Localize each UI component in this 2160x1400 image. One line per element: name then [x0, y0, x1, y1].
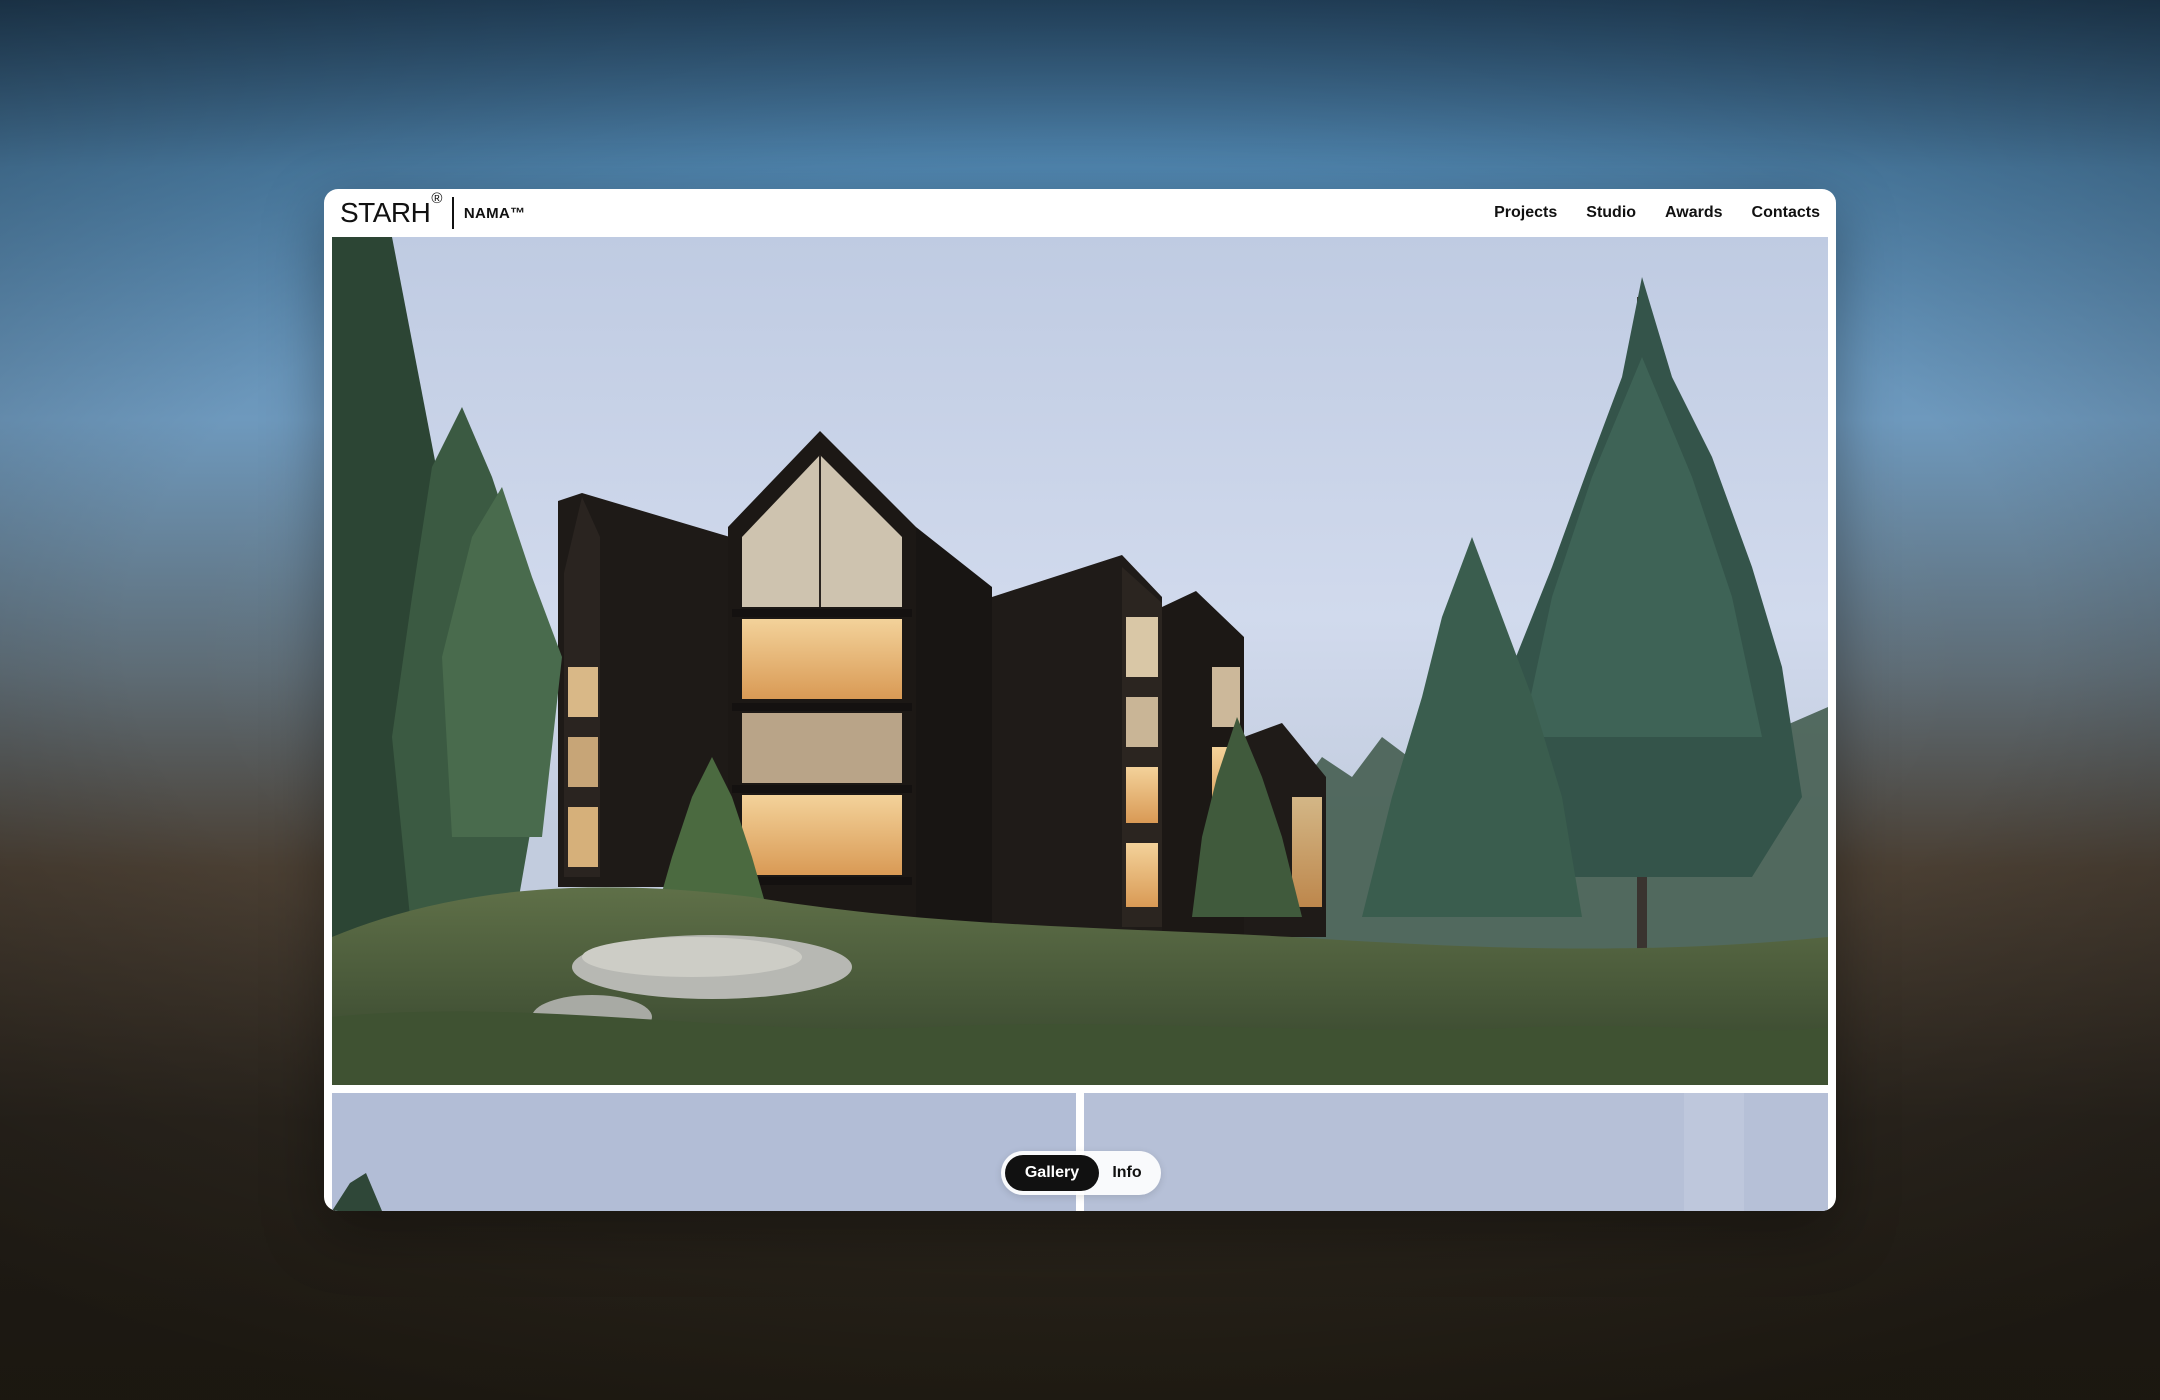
- registered-mark-icon: ®: [431, 190, 442, 207]
- brand-name: STARH®: [340, 191, 442, 228]
- hero-illustration: [332, 237, 1828, 1085]
- main-nav: Projects Studio Awards Contacts: [1494, 189, 1820, 237]
- view-toggle: Gallery Info: [1001, 1151, 1161, 1195]
- nav-studio[interactable]: Studio: [1586, 204, 1636, 222]
- nav-contacts[interactable]: Contacts: [1752, 204, 1820, 222]
- nav-projects[interactable]: Projects: [1494, 204, 1557, 222]
- brand-logo[interactable]: STARH® NAMA™: [340, 191, 526, 231]
- gallery-thumbnail-1[interactable]: [332, 1093, 1076, 1211]
- browser-window: STARH® NAMA™ Projects Studio Awards Cont…: [324, 189, 1836, 1211]
- site-header: STARH® NAMA™ Projects Studio Awards Cont…: [324, 189, 1836, 237]
- thumbnail-1-illustration: [332, 1093, 1076, 1211]
- gallery-tab[interactable]: Gallery: [1005, 1155, 1099, 1191]
- thumbnail-2-illustration: [1084, 1093, 1828, 1211]
- brand-name-text: STARH: [340, 197, 431, 228]
- gallery-thumbnail-2[interactable]: [1084, 1093, 1828, 1211]
- hero-image[interactable]: [332, 237, 1828, 1085]
- nav-awards[interactable]: Awards: [1665, 204, 1723, 222]
- project-name: NAMA™: [463, 204, 526, 222]
- brand-divider: [451, 197, 454, 229]
- info-tab[interactable]: Info: [1099, 1155, 1155, 1191]
